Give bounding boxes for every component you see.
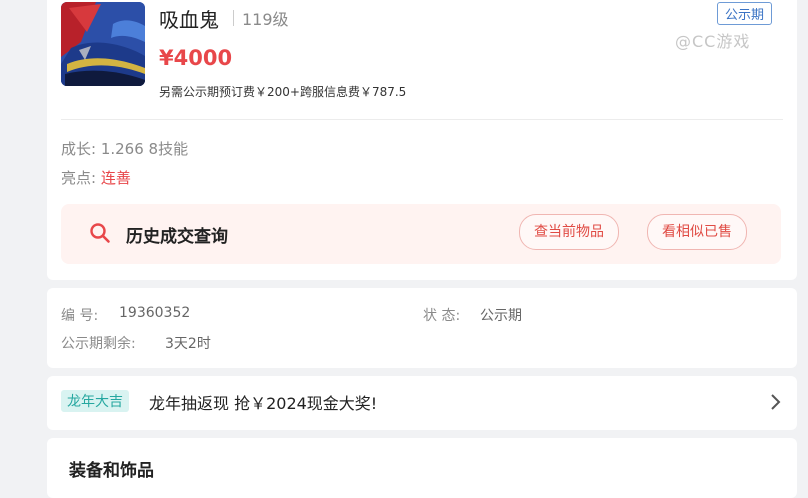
extra-fees: 另需公示期预订费￥200+跨服信息费￥787.5 — [159, 85, 407, 99]
item-name: 吸血鬼 — [159, 8, 219, 32]
remaining-value: 3天2时 — [165, 336, 211, 352]
growth-skills: 成长: 1.266 8技能 — [61, 140, 189, 158]
chevron-right-icon — [769, 393, 781, 415]
history-trade-label: 历史成交查询 — [126, 227, 228, 247]
item-thumbnail[interactable] — [61, 2, 145, 86]
highlight-value: 连善 — [100, 169, 131, 187]
highlight-label: 亮点: — [61, 169, 97, 187]
title-divider — [233, 10, 234, 26]
history-trade-panel[interactable]: 历史成交查询 查当前物品 看相似已售 — [61, 204, 781, 264]
check-current-item-button[interactable]: 查当前物品 — [519, 214, 619, 250]
item-image — [61, 2, 145, 86]
status-badge: 公示期 — [717, 2, 773, 25]
item-price: ¥4000 — [159, 46, 233, 70]
equipment-title: 装备和饰品 — [69, 461, 154, 481]
watermark: @CC游戏 — [675, 32, 751, 51]
serial-label: 编 号: — [61, 308, 99, 324]
product-card: 吸血鬼 119级 ¥4000 另需公示期预订费￥200+跨服信息费￥787.5 … — [47, 0, 797, 280]
divider — [61, 119, 783, 120]
promo-text: 龙年抽返现 抢￥2024现金大奖! — [149, 394, 378, 413]
status-label: 状 态: — [423, 308, 461, 324]
highlight-row: 亮点: 连善 — [61, 167, 131, 188]
status-value: 公示期 — [480, 308, 522, 324]
promo-banner[interactable]: 龙年大吉 龙年抽返现 抢￥2024现金大奖! — [47, 376, 797, 430]
view-similar-sold-button[interactable]: 看相似已售 — [647, 214, 747, 250]
search-icon — [89, 222, 111, 248]
promo-tag: 龙年大吉 — [61, 390, 129, 412]
info-card: 编 号: 19360352 状 态: 公示期 公示期剩余: 3天2时 — [47, 288, 797, 368]
remaining-label: 公示期剩余: — [61, 336, 136, 352]
serial-value: 19360352 — [119, 305, 191, 321]
equipment-section: 装备和饰品 — [47, 438, 797, 498]
item-level: 119级 — [242, 10, 289, 29]
